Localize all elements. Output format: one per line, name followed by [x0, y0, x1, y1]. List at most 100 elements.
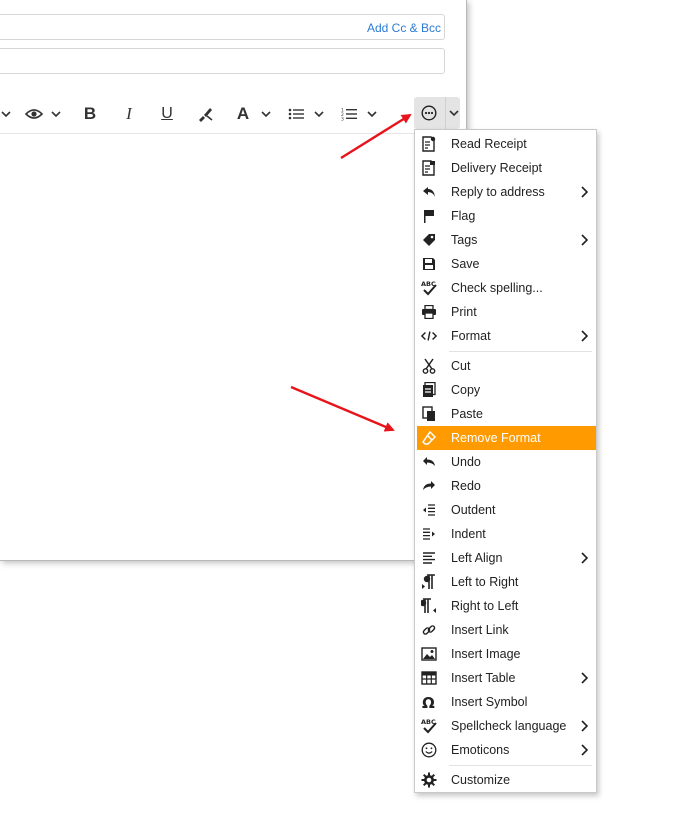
menu-item-left-to-right[interactable]: Left to Right	[417, 570, 596, 594]
chevron-down-icon[interactable]	[313, 100, 325, 128]
menu-item-label: Check spelling...	[451, 281, 543, 295]
paint-brush-icon[interactable]	[195, 100, 215, 128]
menu-item-label: Save	[451, 257, 480, 271]
outdent-icon	[421, 502, 437, 518]
tag-icon	[421, 232, 437, 248]
code-icon	[421, 328, 437, 344]
menu-item-redo[interactable]: Redo	[417, 474, 596, 498]
save-icon	[421, 256, 437, 272]
menu-item-delivery-receipt[interactable]: Delivery Receipt	[417, 156, 596, 180]
menu-item-label: Tags	[451, 233, 478, 247]
chevron-right-icon	[580, 234, 589, 246]
chevron-down-icon[interactable]	[50, 100, 62, 128]
menu-item-label: Insert Image	[451, 647, 521, 661]
table-icon	[421, 670, 437, 686]
spellcheck-language-icon: ABC	[421, 718, 437, 734]
numbered-list-icon[interactable]: 123	[339, 100, 359, 128]
subject-field[interactable]	[0, 48, 445, 74]
scissors-icon	[421, 358, 437, 374]
chevron-down-icon[interactable]	[260, 100, 272, 128]
menu-item-emoticons[interactable]: Emoticons	[417, 738, 596, 762]
menu-item-tags[interactable]: Tags	[417, 228, 596, 252]
chevron-right-icon	[580, 330, 589, 342]
font-color-icon[interactable]: A	[233, 100, 253, 128]
undo-icon	[421, 454, 437, 470]
menu-item-label: Undo	[451, 455, 481, 469]
compose-window: Add Cc & Bcc B I U A 123	[0, 0, 467, 561]
ltr-icon	[421, 574, 437, 590]
menu-item-undo[interactable]: Undo	[417, 450, 596, 474]
menu-item-label: Customize	[451, 773, 511, 787]
more-options-button[interactable]	[414, 97, 460, 129]
menu-item-spellcheck-language[interactable]: ABC Spellcheck language	[417, 714, 596, 738]
menu-item-insert-image[interactable]: Insert Image	[417, 642, 596, 666]
chevron-right-icon	[580, 552, 589, 564]
menu-item-save[interactable]: Save	[417, 252, 596, 276]
copy-icon	[421, 382, 437, 398]
menu-item-insert-table[interactable]: Insert Table	[417, 666, 596, 690]
bullet-list-icon[interactable]	[286, 100, 306, 128]
menu-item-copy[interactable]: Copy	[417, 378, 596, 402]
menu-item-label: Paste	[451, 407, 483, 421]
menu-item-label: Emoticons	[451, 743, 510, 757]
reply-icon	[421, 184, 437, 200]
menu-item-label: Read Receipt	[451, 137, 527, 151]
image-icon	[421, 646, 437, 662]
gear-icon	[421, 772, 437, 788]
editor-divider	[0, 133, 466, 134]
menu-item-label: Redo	[451, 479, 481, 493]
align-left-icon	[421, 550, 437, 566]
more-options-icon[interactable]	[414, 97, 444, 129]
printer-icon	[421, 304, 437, 320]
menu-item-label: Flag	[451, 209, 476, 223]
menu-item-read-receipt[interactable]: Read Receipt	[417, 132, 596, 156]
menu-item-print[interactable]: Print	[417, 300, 596, 324]
menu-item-label: Remove Format	[451, 431, 541, 445]
menu-item-indent[interactable]: Indent	[417, 522, 596, 546]
menu-item-cut[interactable]: Cut	[417, 354, 596, 378]
menu-item-customize[interactable]: Customize	[417, 768, 596, 792]
menu-item-reply-to-address[interactable]: Reply to address	[417, 180, 596, 204]
menu-item-label: Print	[451, 305, 477, 319]
menu-item-remove-format[interactable]: Remove Format	[417, 426, 596, 450]
menu-item-check-spelling[interactable]: ABC Check spelling...	[417, 276, 596, 300]
spellcheck-icon: ABC	[421, 280, 437, 296]
menu-divider	[449, 351, 592, 352]
menu-item-paste[interactable]: Paste	[417, 402, 596, 426]
delivery-receipt-icon	[421, 160, 437, 176]
chevron-down-icon[interactable]	[366, 100, 378, 128]
underline-icon[interactable]: U	[157, 100, 177, 128]
menu-item-label: Copy	[451, 383, 481, 397]
menu-item-label: Insert Symbol	[451, 695, 528, 709]
paste-icon	[421, 406, 437, 422]
recipient-field[interactable]: Add Cc & Bcc	[0, 14, 445, 40]
menu-item-label: Cut	[451, 359, 471, 373]
menu-item-left-align[interactable]: Left Align	[417, 546, 596, 570]
menu-item-label: Right to Left	[451, 599, 519, 613]
smiley-icon	[421, 742, 437, 758]
menu-item-label: Delivery Receipt	[451, 161, 543, 175]
svg-text:Ω: Ω	[422, 695, 435, 709]
menu-divider	[449, 765, 592, 766]
view-icon[interactable]	[22, 100, 46, 128]
italic-icon[interactable]: I	[119, 100, 139, 128]
menu-item-label: Insert Table	[451, 671, 516, 685]
chevron-right-icon	[580, 672, 589, 684]
menu-item-insert-symbol[interactable]: Ω Insert Symbol	[417, 690, 596, 714]
chevron-down-icon[interactable]	[445, 97, 461, 129]
link-icon	[421, 622, 437, 638]
chevron-right-icon	[580, 186, 589, 198]
menu-item-label: Indent	[451, 527, 486, 541]
menu-item-label: Outdent	[451, 503, 496, 517]
menu-item-label: Spellcheck language	[451, 719, 567, 733]
indent-icon	[421, 526, 437, 542]
chevron-down-icon[interactable]	[0, 100, 12, 128]
menu-item-label: Reply to address	[451, 185, 545, 199]
add-cc-bcc-link[interactable]: Add Cc & Bcc	[367, 21, 441, 35]
menu-item-flag[interactable]: Flag	[417, 204, 596, 228]
bold-icon[interactable]: B	[80, 100, 100, 128]
menu-item-format[interactable]: Format	[417, 324, 596, 348]
menu-item-right-to-left[interactable]: Right to Left	[417, 594, 596, 618]
menu-item-insert-link[interactable]: Insert Link	[417, 618, 596, 642]
menu-item-outdent[interactable]: Outdent	[417, 498, 596, 522]
